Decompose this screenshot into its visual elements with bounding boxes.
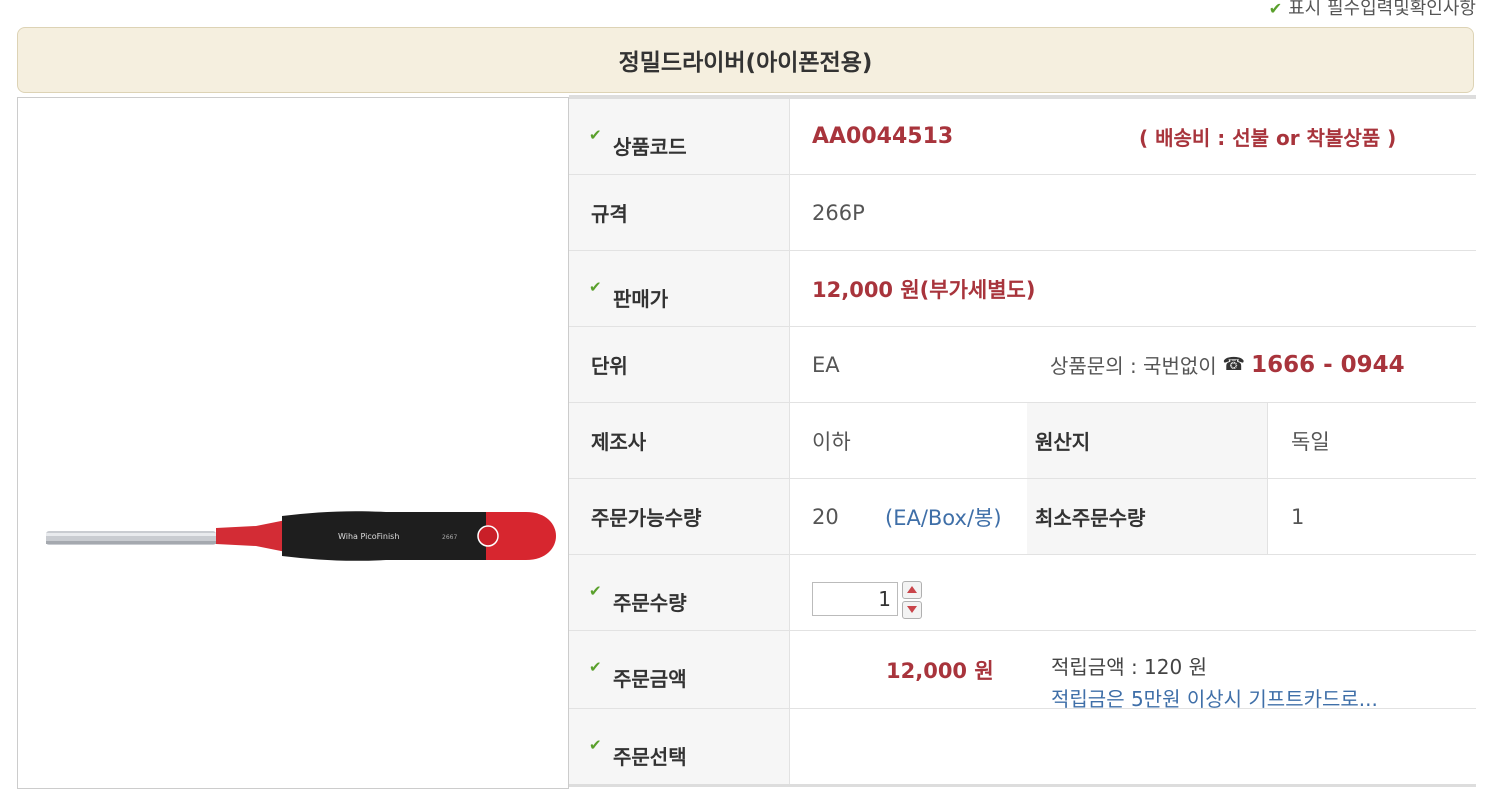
product-info-table: ✔ 상품코드 AA0044513 ( 배송비 : 선불 or 착불상품 ) 규격… — [569, 95, 1476, 787]
min-order-value: 1 — [1291, 504, 1305, 529]
row-product-code: ✔ 상품코드 AA0044513 ( 배송비 : 선불 or 착불상품 ) — [569, 99, 1476, 175]
available-qty-value: 20 — [812, 504, 839, 529]
row-order-option: ✔ 주문선택 — [569, 709, 1476, 787]
row-order-amount: ✔ 주문금액 12,000 원 적립금액 : 120 원 적립금은 5만원 이상… — [569, 631, 1476, 711]
row-order-qty: ✔ 주문수량 1 — [569, 555, 1476, 631]
phone-number: 1666 - 0944 — [1251, 351, 1405, 378]
phone-icon: ☎ — [1222, 354, 1246, 375]
inquiry-label: 상품문의 : 국번없이 — [1050, 354, 1217, 378]
handle-brand-text: Wiha PicoFinish — [338, 532, 399, 541]
row-unit: 단위 EA 상품문의 : 국번없이 ☎ 1666 - 0944 — [569, 327, 1476, 403]
price-value: 12,000 원(부가세별도) — [812, 277, 1036, 302]
label-min-order: 최소주문수량 — [1027, 479, 1268, 554]
available-qty-unit: (EA/Box/봉) — [885, 505, 1002, 530]
quantity-input[interactable]: 1 — [812, 582, 898, 616]
check-icon: ✔ — [589, 736, 602, 754]
points-info: 적립금액 : 120 원 적립금은 5만원 이상시 기프트카드로... — [1051, 651, 1378, 715]
product-image: Wiha PicoFinish 2667 — [46, 511, 556, 561]
label-spec: 규격 — [569, 175, 790, 250]
product-title: 정밀드라이버(아이폰전용) — [618, 50, 873, 76]
label-product-code: ✔ 상품코드 — [569, 99, 790, 174]
label-maker: 제조사 — [569, 403, 790, 478]
quantity-stepper[interactable] — [902, 581, 922, 619]
row-maker: 제조사 이하 원산지 독일 — [569, 403, 1476, 479]
required-legend: ✔ 표시 필수입력및확인사항 — [1269, 0, 1476, 20]
check-icon: ✔ — [1268, 0, 1283, 18]
required-legend-text: 표시 필수입력및확인사항 — [1288, 0, 1476, 19]
check-icon: ✔ — [589, 126, 602, 144]
order-amount-value: 12,000 원 — [886, 658, 994, 683]
check-icon: ✔ — [589, 658, 602, 676]
inquiry-phone: 상품문의 : 국번없이 ☎ 1666 - 0944 — [1050, 327, 1405, 402]
label-price: ✔ 판매가 — [569, 251, 790, 326]
product-title-bar: 정밀드라이버(아이폰전용) — [17, 27, 1474, 93]
increment-icon[interactable] — [902, 581, 922, 599]
row-available-qty: 주문가능수량 20 (EA/Box/봉) 최소주문수량 1 — [569, 479, 1476, 555]
product-code-value: AA0044513 — [812, 124, 954, 149]
maker-value: 이하 — [812, 429, 851, 454]
unit-value: EA — [812, 352, 840, 377]
row-price: ✔ 판매가 12,000 원(부가세별도) — [569, 251, 1476, 327]
handle-code-text: 2667 — [442, 534, 457, 541]
check-icon: ✔ — [589, 582, 602, 600]
spec-value: 266P — [812, 200, 865, 225]
label-available-qty: 주문가능수량 — [569, 479, 790, 554]
points-label: 적립금액 : 120 원 — [1051, 655, 1207, 679]
check-icon: ✔ — [589, 278, 602, 296]
label-origin: 원산지 — [1027, 403, 1268, 478]
row-spec: 규격 266P — [569, 175, 1476, 251]
decrement-icon[interactable] — [902, 601, 922, 619]
product-image-panel: Wiha PicoFinish 2667 — [17, 97, 569, 789]
label-order-qty: ✔ 주문수량 — [569, 555, 790, 630]
shipping-note: ( 배송비 : 선불 or 착불상품 ) — [1139, 126, 1397, 150]
label-order-option: ✔ 주문선택 — [569, 709, 790, 784]
label-order-amount: ✔ 주문금액 — [569, 631, 790, 708]
label-unit: 단위 — [569, 327, 790, 402]
origin-value: 독일 — [1291, 429, 1330, 454]
